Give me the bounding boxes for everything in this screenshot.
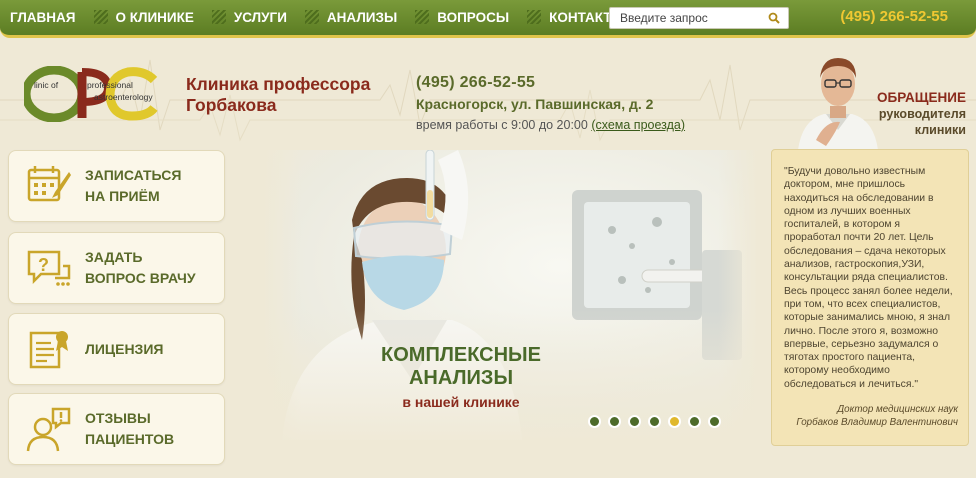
quote-text: "Будучи довольно известным доктором, мне… [784, 166, 953, 390]
clinic-logo[interactable]: linic of professional astroenterology [24, 66, 170, 122]
clinic-name-line2: Горбакова [186, 95, 277, 115]
address: Красногорск, ул. Павшинская, д. 2 [416, 96, 654, 112]
hours-text: время работы с 9:00 до 20:00 [416, 118, 588, 132]
label-line1: ОТЗЫВЫ [85, 410, 151, 426]
hero-banner-slider[interactable]: КОМПЛЕКСНЫЕ АНАЛИЗЫ в нашей клинике [262, 150, 758, 440]
svg-text:?: ? [38, 255, 49, 275]
appointment-button[interactable]: ЗАПИСАТЬСЯ НА ПРИЁМ [8, 150, 225, 222]
banner-title-line1: КОМПЛЕКСНЫЕ [381, 344, 541, 366]
question-chat-icon: ? [27, 250, 71, 286]
label-line2: ВОПРОС ВРАЧУ [85, 270, 196, 286]
top-phone-number[interactable]: (495) 266-52-55 [840, 8, 948, 25]
svg-text:linic of: linic of [34, 80, 59, 90]
route-map-link[interactable]: (схема проезда) [591, 118, 685, 132]
search-input[interactable] [610, 11, 760, 25]
nav-separator-icon [93, 10, 108, 24]
ask-doctor-button[interactable]: ? ЗАДАТЬ ВОПРОС ВРАЧУ [8, 232, 225, 304]
nav-item-questions[interactable]: ВОПРОСЫ [405, 10, 517, 25]
ask-doctor-label: ЗАДАТЬ ВОПРОС ВРАЧУ [85, 247, 196, 289]
patient-feedback-icon [26, 407, 71, 452]
slider-dot-3[interactable] [628, 415, 641, 428]
working-hours: время работы с 9:00 до 20:00 (схема прое… [416, 118, 685, 132]
nav-item-about[interactable]: О КЛИНИКЕ [84, 10, 202, 25]
signature-degree: Доктор медицинских наук [837, 404, 958, 416]
nav-item-analyses[interactable]: АНАЛИЗЫ [295, 10, 405, 25]
svg-text:professional: professional [87, 80, 133, 90]
label-line1: ЗАДАТЬ [85, 249, 143, 265]
quote-signature: Доктор медицинских наук Горбаков Владими… [784, 403, 958, 429]
contact-block: (495) 266-52-55 Красногорск, ул. Павшинс… [416, 74, 685, 132]
director-address-link[interactable]: ОБРАЩЕНИЕ руководителя клиники [877, 90, 966, 138]
slider-dot-4[interactable] [648, 415, 661, 428]
search-icon[interactable] [768, 12, 780, 24]
top-navigation-bar: ГЛАВНАЯ О КЛИНИКЕ УСЛУГИ АНАЛИЗЫ ВОПРОСЫ… [0, 0, 976, 38]
label-line2: НА ПРИЁМ [85, 188, 160, 204]
slider-dot-2[interactable] [608, 415, 621, 428]
main-menu: ГЛАВНАЯ О КЛИНИКЕ УСЛУГИ АНАЛИЗЫ ВОПРОСЫ… [0, 0, 633, 34]
slider-dot-6[interactable] [688, 415, 701, 428]
nav-separator-icon [304, 10, 319, 24]
license-label: ЛИЦЕНЗИЯ [85, 339, 163, 360]
slider-pagination [588, 415, 721, 428]
director-title-line1: ОБРАЩЕНИЕ [877, 90, 966, 105]
nav-label: УСЛУГИ [233, 9, 287, 25]
nav-separator-icon [415, 10, 430, 24]
certificate-icon [29, 331, 68, 369]
search-box [609, 7, 789, 29]
patient-reviews-label: ОТЗЫВЫ ПАЦИЕНТОВ [85, 408, 174, 450]
banner-subtitle: в нашей клинике [402, 394, 520, 410]
patient-reviews-button[interactable]: ОТЗЫВЫ ПАЦИЕНТОВ [8, 393, 225, 465]
banner-caption: КОМПЛЕКСНЫЕ АНАЛИЗЫ в нашей клинике [376, 344, 546, 410]
nav-separator-icon [211, 10, 226, 24]
director-quote-box: "Будучи довольно известным доктором, мне… [771, 149, 969, 446]
clinic-name: Клиника профессора Горбакова [186, 74, 370, 116]
nav-item-home[interactable]: ГЛАВНАЯ [0, 10, 84, 25]
slider-dot-5[interactable] [668, 415, 681, 428]
svg-text:astroenterology: astroenterology [94, 92, 153, 102]
slider-dot-7[interactable] [708, 415, 721, 428]
nav-label: ВОПРОСЫ [437, 9, 510, 25]
nav-item-services[interactable]: УСЛУГИ [202, 10, 295, 25]
clinic-name-line1: Клиника профессора [186, 74, 371, 94]
nav-separator-icon [527, 10, 542, 24]
label-line1: ЗАПИСАТЬСЯ [85, 167, 182, 183]
calendar-pen-icon [27, 166, 71, 202]
slider-dot-1[interactable] [588, 415, 601, 428]
header-phone: (495) 266-52-55 [416, 74, 536, 91]
nav-label: ГЛАВНАЯ [10, 9, 76, 25]
label-line2: ПАЦИЕНТОВ [85, 431, 175, 447]
director-title-line3: клиники [914, 123, 966, 137]
license-button[interactable]: ЛИЦЕНЗИЯ [8, 313, 225, 385]
nav-label: О КЛИНИКЕ [115, 9, 194, 25]
nav-label: АНАЛИЗЫ [326, 9, 398, 25]
director-photo[interactable] [796, 50, 880, 150]
banner-title-line2: АНАЛИЗЫ [408, 367, 514, 389]
signature-name: Горбаков Владимир Валентинович [796, 417, 958, 429]
label-line1: ЛИЦЕНЗИЯ [85, 340, 164, 357]
director-title-line2: руководителя [878, 107, 966, 121]
appointment-label: ЗАПИСАТЬСЯ НА ПРИЁМ [85, 165, 181, 207]
